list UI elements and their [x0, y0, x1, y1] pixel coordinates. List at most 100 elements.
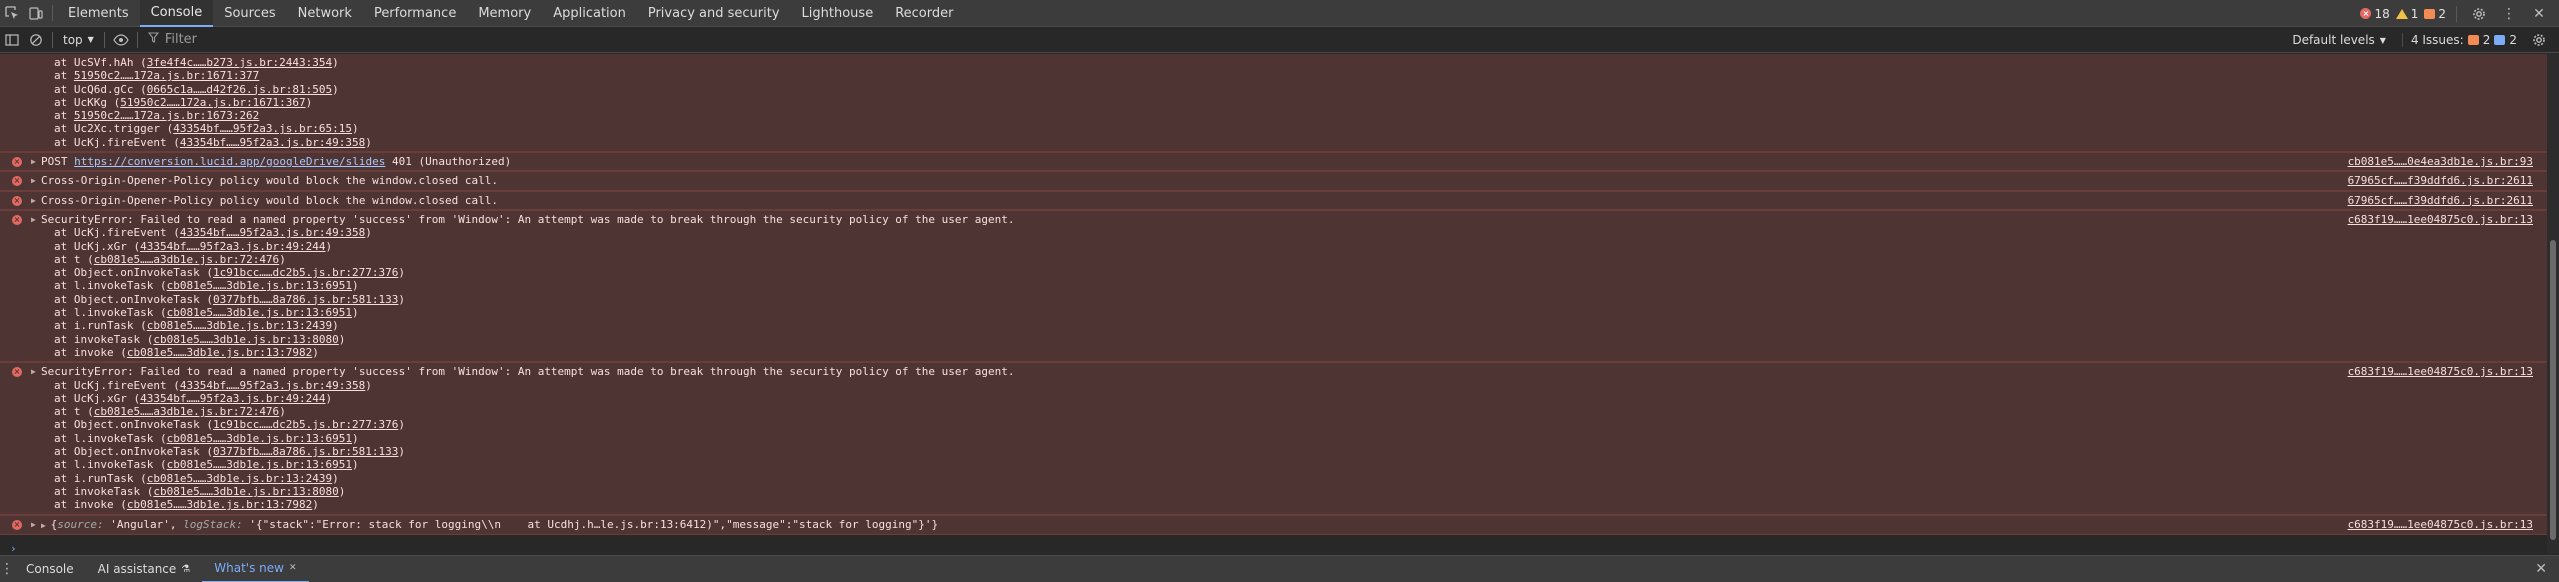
expand-caret-icon[interactable]: ▶	[31, 174, 36, 187]
panel-tabs: Elements Console Sources Network Performance…	[57, 0, 964, 27]
warning-icon	[2395, 8, 2408, 19]
tab-recorder[interactable]: Recorder	[884, 0, 964, 27]
console-settings-gear-icon[interactable]	[2527, 27, 2551, 54]
tab-memory[interactable]: Memory	[467, 0, 542, 27]
object-preview[interactable]: ▶ {source: 'Angular', logStack: '{"stack…	[0, 518, 2547, 532]
filter-placeholder: Filter	[164, 32, 198, 47]
issue-counter[interactable]: 2	[2424, 7, 2446, 21]
tab-network[interactable]: Network	[287, 0, 363, 27]
drawer-tab-console[interactable]: Console	[14, 556, 86, 582]
console-prompt-icon[interactable]: ›	[10, 542, 17, 555]
stack-frame-link[interactable]: 43354bf……95f2a3.js.br:49:244	[140, 392, 325, 405]
source-link[interactable]: c683f19……1ee04875c0.js.br:13	[2348, 365, 2533, 378]
expand-caret-icon[interactable]: ▶	[31, 365, 36, 378]
drawer-tab-what-s-new[interactable]: What's new ✕	[202, 556, 309, 582]
stack-frame-link[interactable]: 43354bf……95f2a3.js.br:49:358	[180, 226, 365, 239]
issues-button[interactable]: 4 Issues: 2 2	[2401, 33, 2517, 47]
stack-frame-link[interactable]: cb081e5……3db1e.js.br:13:6951	[167, 458, 352, 471]
stack-frame-link[interactable]: 43354bf……95f2a3.js.br:65:15	[173, 122, 352, 135]
clear-console-icon[interactable]	[24, 27, 48, 53]
stack-frame-link[interactable]: 43354bf……95f2a3.js.br:49:358	[180, 379, 365, 392]
close-drawer-icon[interactable]: ✕	[2535, 561, 2547, 577]
stack-frame-suffix: )	[365, 378, 372, 392]
stack-frame-link[interactable]: cb081e5……3db1e.js.br:13:2439	[147, 472, 332, 485]
drawer-menu-icon[interactable]: ⋮	[0, 556, 14, 582]
context-selector[interactable]: top ▼	[57, 33, 100, 47]
source-link[interactable]: 67965cf……f39ddfd6.js.br:2611	[2348, 194, 2533, 207]
expand-caret-icon[interactable]: ▶	[31, 213, 36, 226]
console-output[interactable]: at UcSVf.hAh (3fe4f4c……b273.js.br:2443:3…	[0, 54, 2547, 553]
live-expression-eye-icon[interactable]	[109, 27, 133, 53]
tab-privacy-and-security[interactable]: Privacy and security	[637, 0, 791, 27]
stack-frame-function: at t (	[54, 252, 94, 266]
divider	[52, 5, 53, 21]
sidebar-toggle-icon[interactable]	[0, 27, 24, 53]
stack-frame-link[interactable]: cb081e5……a3db1e.js.br:72:476	[94, 253, 279, 266]
stack-frame-link[interactable]: 51950c2……172a.js.br:1671:367	[120, 96, 305, 109]
stack-frame-link[interactable]: 0377bfb……8a786.js.br:581:133	[213, 445, 398, 458]
request-url-link[interactable]: https://conversion.lucid.app/googleDrive…	[74, 155, 385, 168]
stack-frame: at invokeTask (cb081e5……3db1e.js.br:13:8…	[0, 485, 2547, 498]
stack-frame: at l.invokeTask (cb081e5……3db1e.js.br:13…	[0, 432, 2547, 445]
stack-frame-link[interactable]: 1c91bcc……dc2b5.js.br:277:376	[213, 418, 398, 431]
drawer-tab-ai-assistance[interactable]: AI assistance ⚗	[86, 556, 203, 582]
stack-frame-function: at UcKj.fireEvent (	[54, 226, 180, 240]
stack-frame-suffix: )	[332, 56, 339, 69]
issue-icon	[2424, 8, 2436, 19]
stack-frame-link[interactable]: cb081e5……3db1e.js.br:13:6951	[167, 306, 352, 319]
inspect-element-icon[interactable]	[0, 0, 24, 27]
error-count: 18	[2374, 6, 2390, 21]
tab-sources[interactable]: Sources	[213, 0, 286, 27]
close-tab-icon[interactable]: ✕	[289, 563, 297, 573]
stack-frame-link[interactable]: cb081e5……3db1e.js.br:13:2439	[147, 319, 332, 332]
expand-caret-icon[interactable]: ▶	[31, 194, 36, 207]
log-levels-dropdown[interactable]: Default levels ▼	[2286, 33, 2392, 47]
stack-frame-function: at Object.onInvokeTask (	[54, 418, 213, 432]
source-link[interactable]: c683f19……1ee04875c0.js.br:13	[2348, 518, 2533, 531]
message-text: SecurityError: Failed to read a named pr…	[41, 365, 1015, 379]
stack-frame: at 51950c2……172a.js.br:1673:262	[0, 109, 2547, 122]
filter-input[interactable]: Filter	[142, 30, 442, 50]
error-counter[interactable]: × 18	[2360, 6, 2390, 21]
source-link[interactable]: 67965cf……f39ddfd6.js.br:2611	[2348, 174, 2533, 187]
message-text: Cross-Origin-Opener-Policy policy would …	[41, 174, 498, 188]
stack-frame-link[interactable]: cb081e5……a3db1e.js.br:72:476	[94, 405, 279, 418]
stack-frame-link[interactable]: cb081e5……3db1e.js.br:13:8080	[153, 485, 338, 498]
scrollbar-thumb[interactable]	[2550, 240, 2556, 540]
console-scrollbar[interactable]	[2547, 54, 2559, 553]
stack-frame-link[interactable]: cb081e5……3db1e.js.br:13:7982	[127, 346, 312, 359]
source-link[interactable]: cb081e5……0e4ea3db1e.js.br:93	[2348, 155, 2533, 168]
stack-frame-link[interactable]: 43354bf……95f2a3.js.br:49:358	[180, 136, 365, 149]
stack-frame-link[interactable]: 43354bf……95f2a3.js.br:49:244	[140, 240, 325, 253]
stack-frame-link[interactable]: 0377bfb……8a786.js.br:581:133	[213, 293, 398, 306]
stack-frame-link[interactable]: 0665c1a……d42f26.js.br:81:505	[147, 83, 332, 96]
tab-console[interactable]: Console	[139, 0, 214, 27]
stack-frame-link[interactable]: 1c91bcc……dc2b5.js.br:277:376	[213, 266, 398, 279]
tab-application[interactable]: Application	[542, 0, 637, 27]
stack-frame-link[interactable]: 3fe4f4c……b273.js.br:2443:354	[147, 56, 332, 69]
stack-frame-link[interactable]: cb081e5……3db1e.js.br:13:6951	[167, 432, 352, 445]
object-caret-icon[interactable]: ▶	[41, 521, 51, 530]
stack-frame-link[interactable]: 51950c2……172a.js.br:1671:377	[74, 69, 259, 82]
drawer-tabbar: ⋮ Console AI assistance ⚗ What's new ✕ ✕	[0, 555, 2559, 582]
stack-frame-link[interactable]: cb081e5……3db1e.js.br:13:7982	[127, 498, 312, 511]
warning-counter[interactable]: 1	[2395, 7, 2418, 21]
device-toolbar-icon[interactable]	[24, 0, 48, 27]
source-link[interactable]: c683f19……1ee04875c0.js.br:13	[2348, 213, 2533, 226]
stack-frame-suffix: )	[398, 418, 406, 432]
console-error-message: at UcSVf.hAh (3fe4f4c……b273.js.br:2443:3…	[0, 54, 2547, 153]
expand-caret-icon[interactable]: ▶	[31, 155, 36, 168]
close-devtools-icon[interactable]: ✕	[2527, 0, 2551, 27]
stack-frame: at Object.onInvokeTask (0377bfb……8a786.j…	[0, 445, 2547, 458]
stack-frame-link[interactable]: cb081e5……3db1e.js.br:13:8080	[153, 333, 338, 346]
stack-frame-suffix: )	[279, 252, 286, 266]
more-options-icon[interactable]: ⋮	[2497, 0, 2521, 27]
settings-gear-icon[interactable]	[2467, 0, 2491, 27]
expand-caret-icon[interactable]: ▶	[31, 518, 36, 531]
stack-frame-link[interactable]: cb081e5……3db1e.js.br:13:6951	[167, 279, 352, 292]
info-issue-icon	[2494, 35, 2506, 45]
stack-frame-link[interactable]: 51950c2……172a.js.br:1673:262	[74, 109, 259, 122]
tab-elements[interactable]: Elements	[57, 0, 140, 27]
tab-lighthouse[interactable]: Lighthouse	[791, 0, 885, 27]
tab-performance[interactable]: Performance	[363, 0, 467, 27]
